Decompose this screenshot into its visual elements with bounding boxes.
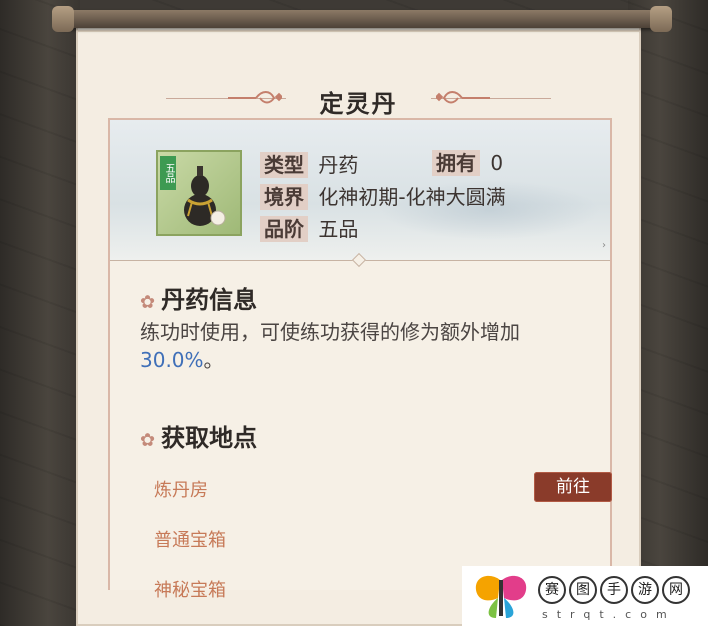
scroll-rod-cap-right xyxy=(650,6,672,32)
scroll-rod xyxy=(56,10,668,28)
type-value: 丹药 xyxy=(318,153,359,177)
watermark-char: 图 xyxy=(569,576,597,604)
gourd-icon xyxy=(184,166,226,226)
realm-label: 境界 xyxy=(260,184,308,210)
rank-label: 品阶 xyxy=(260,216,308,242)
watermark: 赛图手游网 strqt.com xyxy=(462,566,708,626)
item-icon: 五品 xyxy=(156,150,242,236)
realm-row: 境界 化神初期-化神大圆满 xyxy=(260,184,506,214)
realm-value: 化神初期-化神大圆满 xyxy=(318,185,506,209)
type-label: 类型 xyxy=(260,152,308,178)
watermark-url: strqt.com xyxy=(542,608,676,621)
source-section-heading: ✿ 获取地点 xyxy=(140,418,257,453)
source-item-normal-chest: 普通宝箱 xyxy=(154,530,226,551)
source-item-mystery-chest: 神秘宝箱 xyxy=(154,580,226,601)
item-description: 练功时使用，可使练功获得的修为额外增加 30.0%。 xyxy=(140,318,590,374)
watermark-char: 手 xyxy=(600,576,628,604)
source-heading-text: 获取地点 xyxy=(161,424,258,452)
scroll-rod-cap-left xyxy=(52,6,74,32)
scroll-panel: 定灵丹 五品 类型 丹药 拥有 0 境界 化神初期-化神大圆满 品阶 五品 › … xyxy=(76,22,641,626)
item-detail-frame: 五品 类型 丹药 拥有 0 境界 化神初期-化神大圆满 品阶 五品 › ✿ 丹药… xyxy=(108,118,612,601)
info-section-heading: ✿ 丹药信息 xyxy=(140,280,257,315)
title-bar: 定灵丹 xyxy=(76,78,641,118)
type-row: 类型 丹药 xyxy=(260,152,358,182)
rank-row: 品阶 五品 xyxy=(260,216,358,246)
flower-icon: ✿ xyxy=(140,430,156,451)
item-info-band: 五品 类型 丹药 拥有 0 境界 化神初期-化神大圆满 品阶 五品 › xyxy=(110,120,610,260)
grade-tag: 五品 xyxy=(160,156,176,190)
desc-highlight-value: 30.0% xyxy=(140,348,204,372)
item-title: 定灵丹 xyxy=(319,90,398,118)
own-row: 拥有 0 xyxy=(432,150,503,180)
own-value: 0 xyxy=(490,151,504,175)
info-heading-text: 丹药信息 xyxy=(161,286,258,314)
watermark-char: 游 xyxy=(631,576,659,604)
rank-value: 五品 xyxy=(318,217,359,241)
desc-suffix: 。 xyxy=(203,348,224,372)
flower-icon: ✿ xyxy=(140,292,156,313)
paper-top-line xyxy=(76,30,641,32)
goto-button[interactable]: 前往 xyxy=(534,472,612,502)
desc-text: 练功时使用，可使练功获得的修为额外增加 xyxy=(140,320,520,344)
source-item-alchemy-room: 炼丹房 xyxy=(154,480,208,501)
watermark-char: 赛 xyxy=(538,576,566,604)
watermark-char: 网 xyxy=(662,576,690,604)
watermark-text: 赛图手游网 xyxy=(538,576,693,604)
chevron-right-icon: › xyxy=(602,240,606,251)
own-label: 拥有 xyxy=(432,150,480,176)
butterfly-logo-icon xyxy=(475,575,527,618)
